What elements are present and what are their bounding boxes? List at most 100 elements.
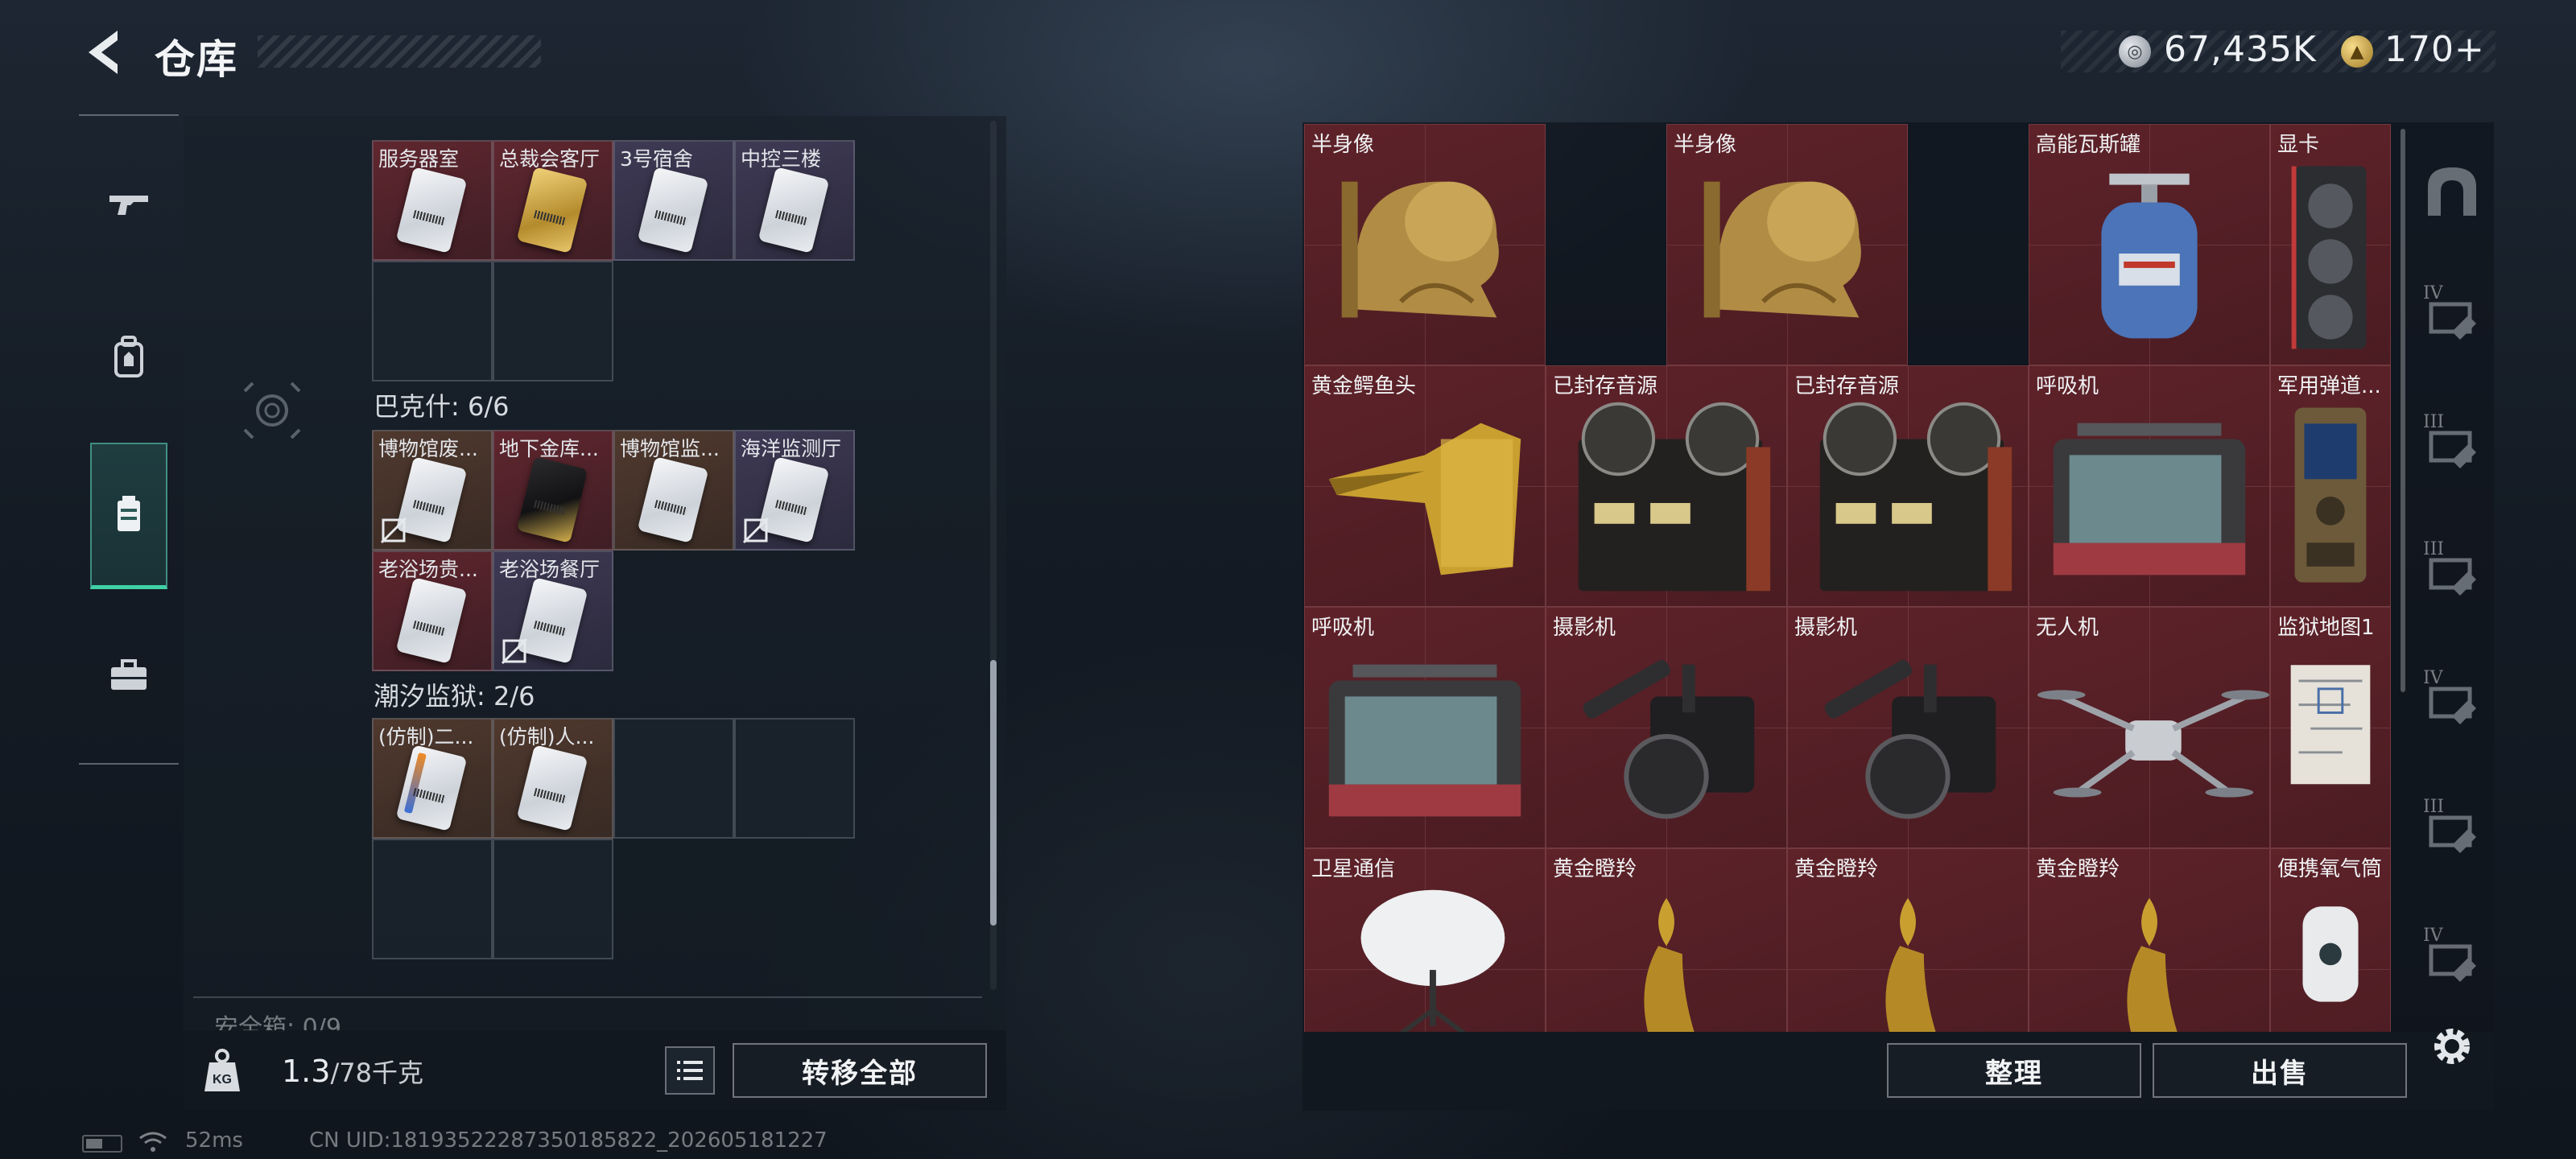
inventory-item[interactable]: 黄金瞪羚 bbox=[2029, 848, 2270, 1032]
armor-upgrade-icon[interactable]: III bbox=[2420, 797, 2484, 861]
uid-readout: CN UID:1819352228735018​5822_20260518122… bbox=[309, 1128, 828, 1153]
inventory-item[interactable]: 显卡 bbox=[2270, 124, 2391, 365]
armor-upgrade-icon[interactable]: IV bbox=[2420, 926, 2484, 990]
no-image-icon bbox=[501, 637, 528, 665]
level-label: IV bbox=[2423, 283, 2443, 303]
keycard-slot[interactable]: (仿制)人... bbox=[493, 718, 613, 839]
drone-icon bbox=[2037, 690, 2269, 798]
keycard-slot[interactable]: 地下金库... bbox=[493, 430, 613, 551]
oxygen-tank-icon bbox=[2302, 906, 2359, 1002]
keycard-label: 博物馆废... bbox=[378, 437, 478, 460]
title-decoration bbox=[258, 35, 541, 68]
reel-recorder-icon bbox=[1819, 402, 2013, 592]
tab-weapons[interactable] bbox=[90, 129, 167, 275]
keycard-label: 博物馆监... bbox=[620, 437, 720, 460]
keycard-slot[interactable]: 服务器室 bbox=[372, 140, 493, 261]
empty-slot[interactable] bbox=[372, 839, 493, 959]
gear-icon[interactable] bbox=[2426, 1021, 2478, 1072]
tab-containers[interactable] bbox=[90, 443, 167, 589]
no-image-icon bbox=[380, 517, 407, 544]
keycard-icon bbox=[637, 167, 709, 254]
empty-slot[interactable] bbox=[613, 718, 734, 839]
keycard-slot[interactable]: (仿制)二... bbox=[372, 718, 493, 839]
keycard-slot[interactable]: 博物馆监... bbox=[613, 430, 734, 551]
empty-slot[interactable] bbox=[493, 839, 613, 959]
svg-text:KG: KG bbox=[213, 1073, 232, 1087]
storage-scrollbar[interactable] bbox=[990, 660, 997, 926]
camera-icon bbox=[1824, 659, 1996, 819]
inventory-item[interactable]: 摄影机 bbox=[1787, 607, 2029, 848]
storage-group-1: 服务器室 总裁会客厅 3号宿舍 中控三楼 bbox=[372, 140, 855, 390]
battery-icon bbox=[82, 1135, 122, 1153]
list-view-button[interactable] bbox=[665, 1046, 715, 1095]
inventory-item[interactable]: 军用弹道... bbox=[2270, 365, 2391, 607]
inventory-item[interactable]: 黄金鳄鱼头 bbox=[1304, 365, 1546, 607]
inventory-item[interactable]: 高能瓦斯罐 bbox=[2029, 124, 2270, 365]
reel-recorder-icon bbox=[1578, 402, 1771, 592]
container-icon bbox=[118, 495, 140, 531]
page-title: 仓库 bbox=[155, 36, 238, 83]
no-image-icon bbox=[742, 517, 770, 544]
gold-currency-value: 170+ bbox=[2384, 29, 2485, 70]
gold-gazelle-icon bbox=[1885, 897, 1936, 1032]
inventory-item[interactable]: 卫星通信 bbox=[1304, 848, 1546, 1032]
map-icon bbox=[2290, 665, 2371, 785]
keycard-icon bbox=[395, 577, 468, 664]
inventory-item[interactable]: 已封存音源 bbox=[1787, 365, 2029, 607]
inventory-item[interactable]: 监狱地图1 bbox=[2270, 607, 2391, 848]
inventory-item[interactable]: 黄金瞪羚 bbox=[1546, 848, 1787, 1032]
keycard-slot[interactable]: 总裁会客厅 bbox=[493, 140, 613, 261]
sell-button[interactable]: 出售 bbox=[2153, 1043, 2407, 1098]
inventory-item[interactable]: 呼吸机 bbox=[1304, 607, 1546, 848]
gas-canister-icon bbox=[2101, 173, 2198, 339]
inventory-item[interactable]: 便携氧气筒 bbox=[2270, 848, 2391, 1032]
level-label: III bbox=[2423, 797, 2445, 817]
armor-upgrade-icon[interactable]: III bbox=[2420, 412, 2484, 476]
group-title: 潮汐监狱: 2/6 bbox=[374, 681, 535, 711]
tab-backpack[interactable] bbox=[90, 283, 167, 430]
armor-upgrade-icon[interactable]: IV bbox=[2420, 668, 2484, 732]
inventory-item[interactable]: 半身像 bbox=[1304, 124, 1546, 365]
keycard-icon bbox=[516, 167, 588, 254]
keycard-icon bbox=[516, 744, 588, 831]
inventory-item[interactable]: 已封存音源 bbox=[1546, 365, 1787, 607]
keycard-slot[interactable]: 博物馆废... bbox=[372, 430, 493, 551]
keycard-label: 服务器室 bbox=[378, 147, 460, 171]
inventory-item[interactable]: 半身像 bbox=[1666, 124, 1908, 365]
keycard-slot[interactable]: 海洋监测厅 bbox=[734, 430, 855, 551]
ping-readout: 52ms bbox=[185, 1128, 243, 1153]
inventory-item[interactable]: 黄金瞪羚 bbox=[1787, 848, 2029, 1032]
arch-icon[interactable] bbox=[2420, 159, 2484, 224]
empty-slot[interactable] bbox=[493, 261, 613, 382]
level-label: IV bbox=[2423, 668, 2443, 688]
keycard-slot[interactable]: 3号宿舍 bbox=[613, 140, 734, 261]
gpu-icon bbox=[2291, 166, 2367, 349]
transfer-all-button[interactable]: 转移全部 bbox=[733, 1043, 987, 1098]
silver-currency-value: 67,435K bbox=[2164, 29, 2317, 70]
inventory-item[interactable]: 摄影机 bbox=[1546, 607, 1787, 848]
inventory-grid: 半身像 半身像 高能瓦斯罐 显卡 黄金鳄鱼头 已封存音源 已封存音源 呼吸机 军… bbox=[1304, 124, 2392, 1032]
empty-slot[interactable] bbox=[734, 718, 855, 839]
bust-icon bbox=[1703, 181, 1861, 318]
ballistic-computer-icon bbox=[2294, 407, 2367, 583]
armor-upgrade-icon[interactable]: III bbox=[2420, 539, 2484, 604]
silver-coin-icon: ◎ bbox=[2119, 35, 2151, 68]
tab-briefcase[interactable] bbox=[90, 602, 167, 749]
sort-button[interactable]: 整理 bbox=[1887, 1043, 2141, 1098]
bust-icon bbox=[1341, 181, 1499, 318]
inventory-item[interactable]: 呼吸机 bbox=[2029, 365, 2270, 607]
back-button[interactable] bbox=[77, 24, 129, 80]
armor-upgrade-icon[interactable]: IV bbox=[2420, 283, 2484, 348]
keycard-slot[interactable]: 中控三楼 bbox=[734, 140, 855, 261]
inventory-scrollbar[interactable] bbox=[2401, 129, 2405, 692]
inventory-item[interactable]: 无人机 bbox=[2029, 607, 2270, 848]
wifi-icon bbox=[139, 1132, 167, 1152]
keycard-label: 老浴场餐厅 bbox=[499, 558, 601, 581]
keycard-label: 中控三楼 bbox=[741, 147, 822, 171]
keycard-slot[interactable]: 老浴场餐厅 bbox=[493, 551, 613, 671]
empty-slot[interactable] bbox=[372, 261, 493, 382]
safebox-label: 安全箱: 0/9 bbox=[193, 996, 982, 1032]
gold-gazelle-icon bbox=[2127, 897, 2178, 1032]
level-label: IV bbox=[2423, 926, 2443, 946]
keycard-slot[interactable]: 老浴场贵... bbox=[372, 551, 493, 671]
